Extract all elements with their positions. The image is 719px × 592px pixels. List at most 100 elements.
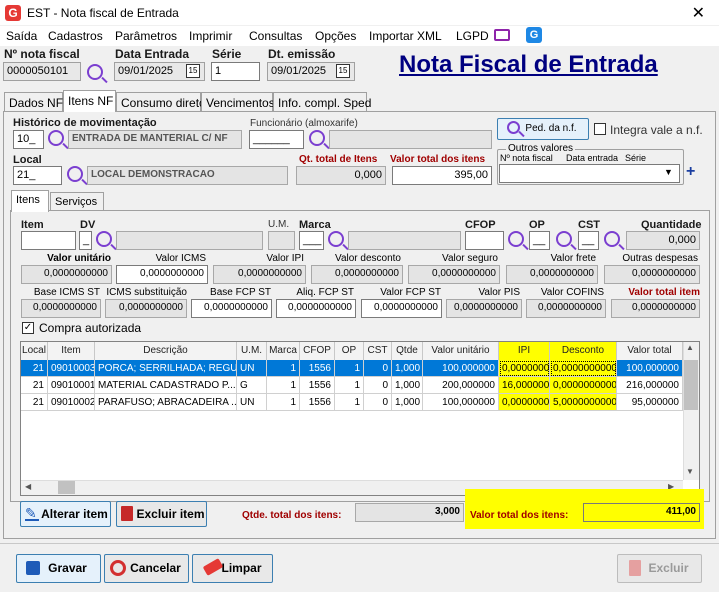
table-cell: 0 [364, 360, 392, 377]
app-badge-icon[interactable]: G [526, 27, 542, 43]
tab-dados-nf[interactable]: Dados NF [4, 92, 63, 112]
local-code-field[interactable]: 21_ [13, 166, 62, 185]
icms-substituicao-label: ICMS substituição [106, 287, 187, 298]
table-row[interactable]: 21 09010003 PORCA; SERRILHADA; REGU... UN 1 1… [21, 360, 683, 377]
serie-field[interactable]: 1 [211, 62, 260, 81]
menu-imprimir[interactable]: Imprimir [189, 29, 232, 43]
valor-total-top-label: Valor total dos itens [390, 154, 486, 165]
table-cell: 1556 [300, 360, 335, 377]
dv-field[interactable]: _ [79, 231, 92, 250]
chevron-down-icon[interactable]: ▼ [664, 167, 673, 177]
calendar-emissao-icon[interactable]: 15 [336, 64, 350, 78]
grid-col-8[interactable]: Qtde [392, 342, 423, 360]
table-cell: MATERIAL CADASTRADO P... [95, 377, 237, 394]
horizontal-scroll-thumb[interactable] [58, 481, 75, 494]
tab-vencimentos[interactable]: Vencimentos [201, 92, 275, 112]
window-title: EST - Nota fiscal de Entrada [27, 6, 179, 20]
valor-fcp-st-field[interactable]: 0,0000000000 [361, 299, 442, 318]
table-cell: 1556 [300, 377, 335, 394]
table-cell: 0,0000000000 [550, 377, 617, 394]
func-code-field[interactable]: ______ [249, 130, 304, 149]
trash-disabled-icon [629, 560, 641, 576]
table-cell: 21 [21, 377, 48, 394]
menu-parametros[interactable]: Parâmetros [115, 29, 177, 43]
menu-consultas[interactable]: Consultas [249, 29, 302, 43]
table-cell: 1,000 [392, 360, 423, 377]
grid-col-12[interactable]: Valor total [617, 342, 683, 360]
search-op-icon[interactable] [556, 231, 572, 247]
scroll-down-icon[interactable]: ▼ [686, 467, 694, 476]
base-fcp-st-label: Base FCP ST [210, 287, 271, 298]
close-icon[interactable]: ✕ [692, 3, 705, 23]
valor-total-item-field: 0,0000000000 [611, 299, 700, 318]
valor-total-item-label: Valor total item [628, 287, 700, 298]
cfop-field[interactable] [465, 231, 504, 250]
aliq-fcp-st-field[interactable]: 0,0000000000 [276, 299, 356, 318]
monitor-icon[interactable] [494, 29, 510, 41]
tab-itens-nf[interactable]: Itens NF [63, 90, 116, 112]
valor-pis-label: Valor PIS [478, 287, 521, 298]
vertical-scroll-thumb[interactable] [684, 360, 698, 410]
cst-field[interactable]: __ [578, 231, 599, 250]
integra-checkbox[interactable] [594, 123, 606, 135]
valor-icms-field[interactable]: 0,0000000000 [116, 265, 208, 284]
marca-field[interactable]: ___ [299, 231, 324, 250]
grid-col-9[interactable]: Valor unitário [423, 342, 499, 360]
grid-col-0[interactable]: Local [21, 342, 48, 360]
subtab-itens[interactable]: Itens [11, 190, 49, 212]
op-field[interactable]: __ [529, 231, 550, 250]
grid-col-5[interactable]: CFOP [300, 342, 335, 360]
search-local-icon[interactable] [67, 166, 83, 182]
table-cell: 0 [364, 394, 392, 411]
search-hist-icon[interactable] [48, 130, 64, 146]
outros-valores-select[interactable] [499, 164, 680, 183]
table-cell: 1 [335, 360, 364, 377]
grid-col-4[interactable]: Marca [267, 342, 300, 360]
table-cell: 216,000000 [617, 377, 683, 394]
add-outros-icon[interactable]: + [686, 163, 695, 181]
scroll-left-icon[interactable]: ◀ [25, 482, 31, 491]
compra-autorizada-checkbox[interactable]: ✓ [22, 322, 34, 334]
tab-info-compl-sped[interactable]: Info. compl. Sped [273, 92, 371, 112]
search-cst-icon[interactable] [604, 231, 620, 247]
search-func-icon[interactable] [309, 130, 325, 146]
grid-col-7[interactable]: CST [364, 342, 392, 360]
grid-col-6[interactable]: OP [335, 342, 364, 360]
search-cfop-icon[interactable] [508, 231, 524, 247]
valor-seguro-field: 0,0000000000 [408, 265, 500, 284]
menu-opcoes[interactable]: Opções [315, 29, 356, 43]
hist-code-field[interactable]: 10_ [13, 130, 44, 149]
table-cell: 1 [267, 394, 300, 411]
base-fcp-st-field[interactable]: 0,0000000000 [191, 299, 272, 318]
serie-label: Série [212, 47, 242, 61]
valor-total-top-field[interactable]: 395,00 [392, 166, 492, 185]
search-item-icon[interactable] [96, 231, 112, 247]
ped-nf-label: Ped. da n.f. [525, 123, 577, 134]
menu-saida[interactable]: Saída [6, 29, 37, 43]
table-row[interactable]: 21 09010001 MATERIAL CADASTRADO P... G 1 1556… [21, 377, 683, 394]
table-cell: 0,0000000... [499, 360, 550, 377]
subtab-servicos[interactable]: Serviços [50, 192, 104, 212]
outros-col-nf: Nº nota fiscal [500, 153, 553, 163]
scroll-up-icon[interactable]: ▲ [686, 343, 694, 352]
menu-cadastros[interactable]: Cadastros [48, 29, 103, 43]
grid-col-10[interactable]: IPI [499, 342, 550, 360]
grid-col-2[interactable]: Descrição [95, 342, 237, 360]
tab-consumo-direto[interactable]: Consumo direto [116, 92, 206, 112]
item-field[interactable] [21, 231, 76, 250]
item-label: Item [21, 219, 44, 231]
search-nf-icon[interactable] [87, 64, 103, 80]
trash-icon [121, 506, 133, 521]
grid-col-1[interactable]: Item [48, 342, 95, 360]
valor-desconto-label: Valor desconto [335, 253, 401, 264]
grid-col-3[interactable]: U.M. [237, 342, 267, 360]
table-row[interactable]: 21 09010002 PARAFUSO; ABRACADEIRA ... UN 1 15… [21, 394, 683, 411]
base-icms-st-label: Base ICMS ST [33, 287, 100, 298]
menu-importar-xml[interactable]: Importar XML [369, 29, 442, 43]
grid-col-11[interactable]: Desconto [550, 342, 617, 360]
nf-number-field[interactable]: 0000050101 [3, 62, 81, 81]
calendar-icon[interactable]: 15 [186, 64, 200, 78]
menu-lgpd[interactable]: LGPD [456, 29, 489, 43]
search-marca-icon[interactable] [328, 231, 344, 247]
hist-desc-field: ENTRADA DE MANTERIAL C/ NF [68, 130, 242, 149]
